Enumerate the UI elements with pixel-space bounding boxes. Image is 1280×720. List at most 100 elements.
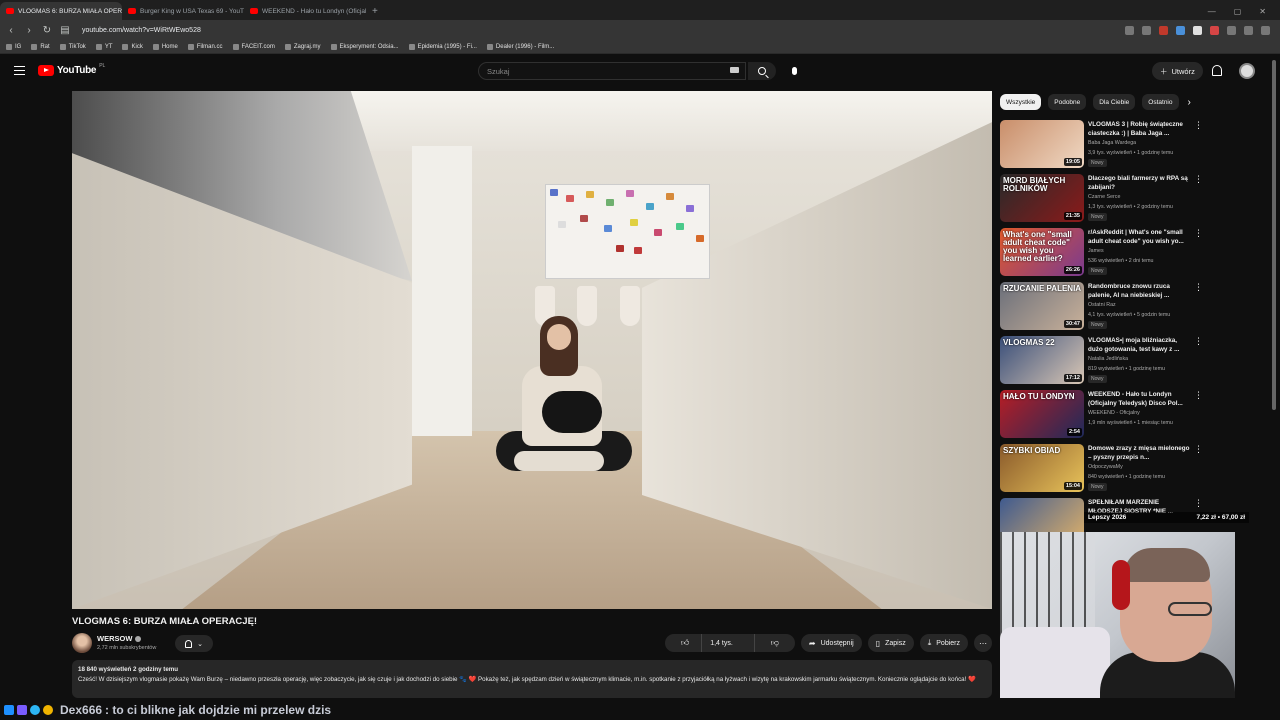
- recommended-video[interactable]: RZUCANIE PALENIA 30:47 Randombruce znowu r…: [1000, 282, 1203, 332]
- browser-tab[interactable]: Burger King w USA Texas 69 - YouTube×: [122, 2, 244, 20]
- more-vert-icon[interactable]: ⋮: [1194, 391, 1203, 400]
- bookmark-item[interactable]: Kick: [122, 43, 143, 50]
- recommended-video[interactable]: What's one "small adult cheat code" you …: [1000, 228, 1203, 278]
- video-thumbnail[interactable]: SZYBKI OBIAD 15:04: [1000, 444, 1084, 492]
- download-icon[interactable]: [1244, 25, 1253, 35]
- extension-icon[interactable]: [1193, 25, 1202, 35]
- recommended-video[interactable]: VLOGMAS 22 17:12 VLOGMAS•| moja bliźniaczk…: [1000, 336, 1203, 386]
- bookmark-item[interactable]: FACEIT.com: [232, 43, 275, 50]
- share-icon[interactable]: [1142, 25, 1151, 35]
- page-scrollbar[interactable]: [1272, 60, 1276, 410]
- youtube-logo[interactable]: YouTube PL: [38, 63, 105, 76]
- video-player[interactable]: [72, 91, 992, 609]
- video-thumbnail[interactable]: MORD BIAŁYCH ROLNIKÓW 21:35: [1000, 174, 1084, 222]
- chevron-right-icon[interactable]: ›: [1188, 97, 1191, 108]
- bookmark-item[interactable]: YT: [95, 43, 112, 50]
- site-info-icon[interactable]: ▤: [60, 25, 70, 36]
- menu-icon[interactable]: [14, 66, 25, 75]
- channel-name[interactable]: James: [1088, 248, 1104, 254]
- browser-tab[interactable]: VLOGMAS 6: BURZA MIAŁA OPERACJĘ!×: [0, 2, 122, 20]
- video-thumbnail[interactable]: HAŁO TU LONDYN 2:54: [1000, 390, 1084, 438]
- back-icon[interactable]: ‹: [6, 25, 16, 36]
- bookmark-item[interactable]: TikTok: [59, 43, 86, 50]
- bookmark-item[interactable]: Rat: [31, 43, 50, 50]
- notifications-icon[interactable]: [1212, 65, 1222, 76]
- channel-name[interactable]: Baba Jaga Wardega: [1088, 140, 1136, 146]
- channel-name[interactable]: WEEKEND - Oficjalny: [1088, 410, 1140, 416]
- keyboard-icon[interactable]: [730, 67, 739, 73]
- warning-badge-icon: [43, 704, 53, 715]
- video-title[interactable]: VLOGMAS 3 | Robię świąteczne ciasteczka …: [1088, 120, 1192, 138]
- bookmark-item[interactable]: IG: [6, 43, 21, 50]
- extension-icon[interactable]: [1176, 25, 1185, 35]
- video-frame: [634, 247, 642, 254]
- account-avatar[interactable]: [1239, 63, 1255, 79]
- cast-icon[interactable]: [1125, 25, 1134, 35]
- puzzle-icon[interactable]: [1227, 25, 1236, 35]
- filter-chip[interactable]: Dla Ciebie: [1093, 94, 1136, 110]
- channel-name[interactable]: Ostatni Raz: [1088, 302, 1116, 308]
- menu-icon[interactable]: [1261, 25, 1270, 35]
- share-button[interactable]: ➦ Udostępnij: [800, 634, 862, 652]
- bookmark-item[interactable]: Eksperyment: Odsia...: [330, 43, 399, 50]
- save-button[interactable]: ▯ Zapisz: [867, 634, 914, 652]
- search-input[interactable]: Szukaj: [478, 62, 746, 80]
- more-vert-icon[interactable]: ⋮: [1194, 445, 1203, 454]
- filter-chip[interactable]: Podobne: [1048, 94, 1087, 110]
- recommended-video[interactable]: 19:05 VLOGMAS 3 | Robię świąteczne ciaste…: [1000, 120, 1203, 170]
- video-thumbnail[interactable]: VLOGMAS 22 17:12: [1000, 336, 1084, 384]
- bookmark-item[interactable]: Home: [152, 43, 178, 50]
- like-button[interactable]: 👍︎ 1,4 tys.: [665, 634, 749, 652]
- extension-icon[interactable]: [1210, 25, 1219, 35]
- video-title[interactable]: VLOGMAS•| moja bliźniaczka, dużo gotowan…: [1088, 336, 1192, 354]
- bookmark-item[interactable]: Epidemia (1995) - Fi...: [408, 43, 477, 50]
- bookmark-item[interactable]: Dealer (1996) - Film...: [486, 43, 554, 50]
- recommended-video[interactable]: HAŁO TU LONDYN 2:54 WEEKEND - Hało tu Lond…: [1000, 390, 1203, 440]
- bookmark-item[interactable]: Filman.cc: [187, 43, 223, 50]
- price-value: 7,22 zł • 67,00 zł: [1196, 514, 1245, 521]
- browser-tab[interactable]: WEEKEND - Hało tu Londyn (Oficjalny...×: [244, 2, 366, 20]
- url-field[interactable]: youtube.com/watch?v=WiRtWEwo528: [82, 27, 201, 34]
- video-title[interactable]: r/AskReddit | What's one "small adult ch…: [1088, 228, 1192, 246]
- more-vert-icon[interactable]: ⋮: [1194, 283, 1203, 292]
- video-title[interactable]: Dlaczego biali farmerzy w RPA są zabijan…: [1088, 174, 1192, 192]
- more-vert-icon[interactable]: ⋮: [1194, 499, 1203, 508]
- filter-chip[interactable]: Ostatnio: [1142, 94, 1179, 110]
- reload-icon[interactable]: ↻: [42, 25, 52, 36]
- channel-name[interactable]: WERSOW: [97, 634, 142, 643]
- channel-avatar[interactable]: [72, 633, 92, 653]
- video-title[interactable]: Randombruce znowu rzuca palenie, AI na n…: [1088, 282, 1192, 300]
- more-vert-icon[interactable]: ⋮: [1194, 229, 1203, 238]
- voice-search-button[interactable]: [784, 62, 804, 80]
- filter-chip[interactable]: Wszystkie: [1000, 94, 1042, 110]
- new-tab-button[interactable]: +: [366, 2, 384, 20]
- more-vert-icon[interactable]: ⋮: [1194, 337, 1203, 346]
- minimize-icon[interactable]: —: [1208, 7, 1216, 16]
- video-thumbnail[interactable]: 19:05: [1000, 120, 1084, 168]
- video-thumbnail[interactable]: RZUCANIE PALENIA 30:47: [1000, 282, 1084, 330]
- headset-icon: [1112, 560, 1130, 610]
- download-button[interactable]: ⤓ Pobierz: [919, 634, 968, 652]
- video-meta: 1,3 tys. wyświetleń • 2 godziny temu: [1088, 204, 1173, 210]
- subscription-bell-button[interactable]: ⌄: [175, 635, 213, 652]
- search-button[interactable]: [748, 62, 776, 80]
- channel-name[interactable]: OdpoczywaMy: [1088, 464, 1123, 470]
- more-vert-icon[interactable]: ⋮: [1194, 175, 1203, 184]
- more-actions-button[interactable]: ⋯: [974, 634, 992, 652]
- recommended-video[interactable]: MORD BIAŁYCH ROLNIKÓW 21:35 Dlaczego biali…: [1000, 174, 1203, 224]
- dislike-button[interactable]: 👎︎: [753, 634, 795, 652]
- brave-shield-icon[interactable]: [1159, 25, 1168, 35]
- video-title[interactable]: Domowe zrazy z mięsa mielonego – pyszny …: [1088, 444, 1192, 462]
- channel-name[interactable]: Natalia Jedlińska: [1088, 356, 1128, 362]
- video-thumbnail[interactable]: What's one "small adult cheat code" you …: [1000, 228, 1084, 276]
- video-description[interactable]: 18 840 wyświetleń 2 godziny temu Cześć! …: [72, 660, 992, 698]
- channel-name[interactable]: Czarne Serce: [1088, 194, 1120, 200]
- recommended-video[interactable]: SZYBKI OBIAD 15:04 Domowe zrazy z mięsa mi…: [1000, 444, 1203, 494]
- more-vert-icon[interactable]: ⋮: [1194, 121, 1203, 130]
- close-window-icon[interactable]: ✕: [1259, 7, 1266, 16]
- video-title[interactable]: WEEKEND - Hało tu Londyn (Oficjalny Tele…: [1088, 390, 1192, 408]
- bookmark-item[interactable]: Zagraj.my: [284, 43, 321, 50]
- create-button[interactable]: ＋ Utwórz: [1152, 62, 1203, 80]
- maximize-icon[interactable]: ▢: [1234, 7, 1242, 16]
- forward-icon[interactable]: ›: [24, 25, 34, 36]
